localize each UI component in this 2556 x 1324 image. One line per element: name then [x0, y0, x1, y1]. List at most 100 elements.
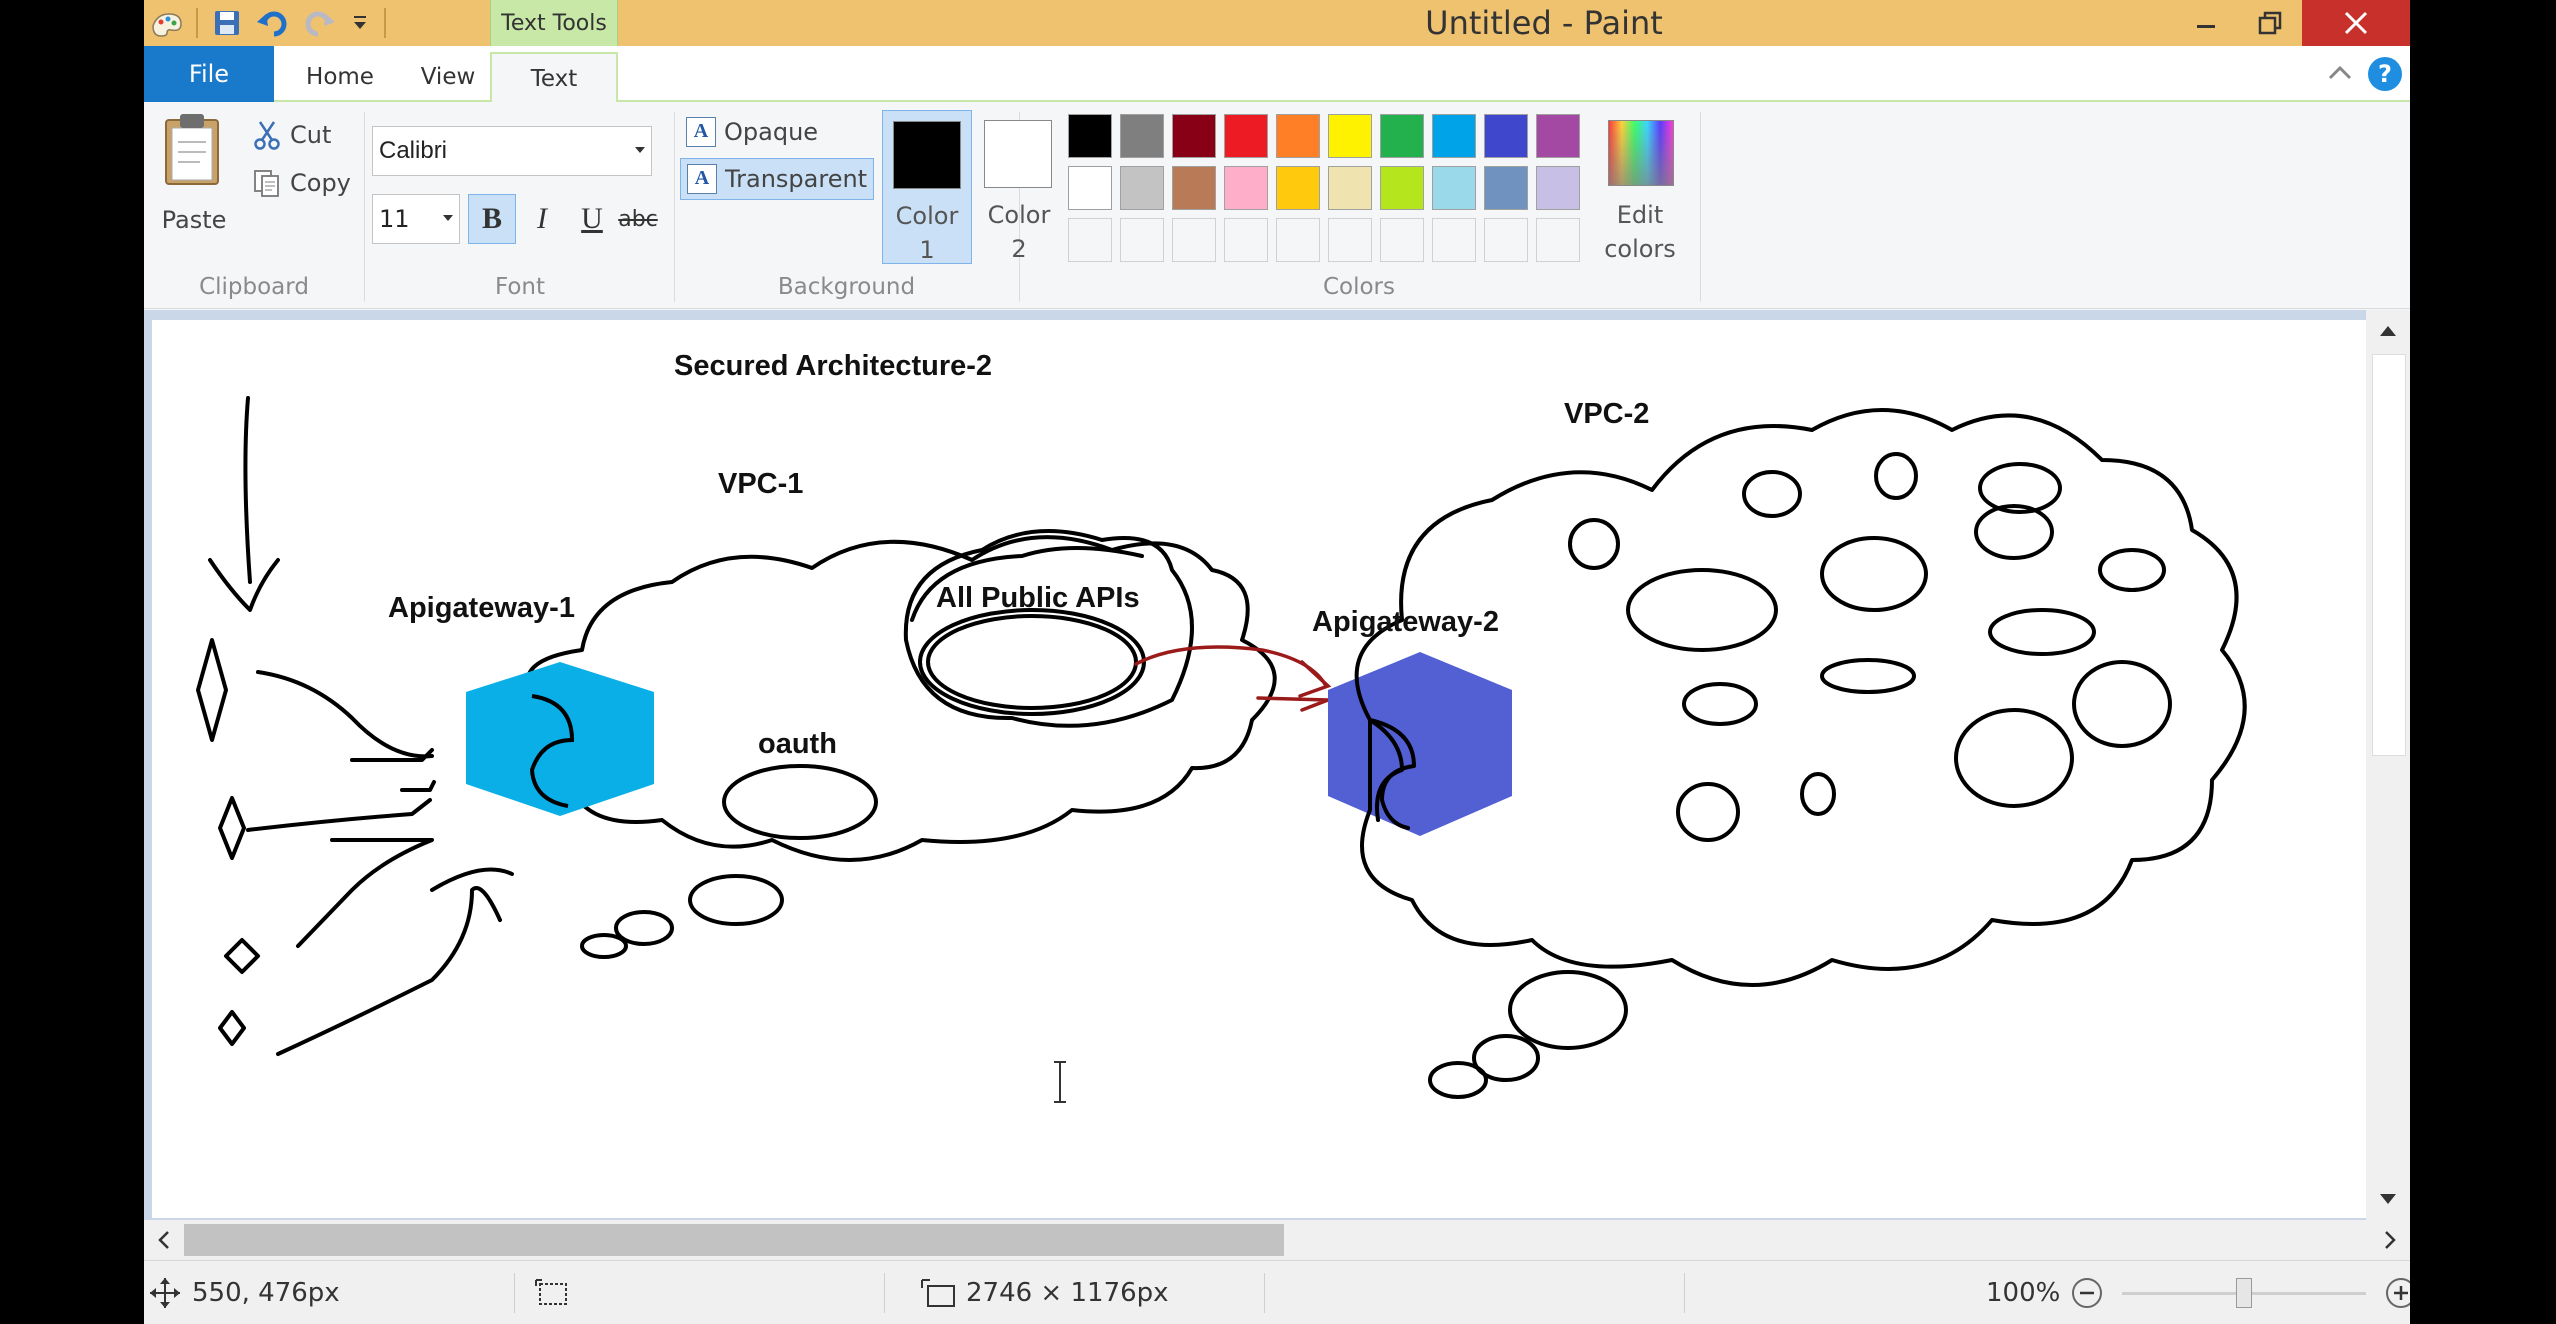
palette-color-swatch[interactable]: [1428, 162, 1480, 214]
save-icon[interactable]: [204, 0, 250, 46]
public-apis-node: [918, 608, 1146, 716]
undo-icon[interactable]: [250, 0, 296, 46]
chevron-down-icon: [443, 215, 453, 221]
color-spectrum-icon: [1608, 120, 1674, 186]
scroll-left-icon[interactable]: [144, 1220, 184, 1260]
color2-label-line1: Color: [987, 201, 1051, 229]
palette-color-swatch[interactable]: [1480, 162, 1532, 214]
zoom-in-icon[interactable]: [2384, 1276, 2410, 1310]
public-apis-node: [926, 614, 1138, 710]
zoom-out-icon[interactable]: [2070, 1276, 2104, 1310]
palette-color-swatch[interactable]: [1428, 110, 1480, 162]
palette-empty-swatch[interactable]: [1168, 214, 1220, 266]
diagram-title: Secured Architecture-2: [674, 350, 993, 382]
canvas-size: 2746 × 1176px: [920, 1261, 1169, 1324]
apigateway1-label: Apigateway-1: [388, 592, 575, 624]
bold-button[interactable]: B: [468, 194, 516, 244]
opaque-option[interactable]: A Opaque: [680, 112, 824, 152]
opaque-label: Opaque: [724, 118, 819, 146]
horizontal-scrollbar[interactable]: [144, 1220, 2410, 1260]
user-diamond: [218, 1010, 246, 1046]
font-size-dropdown[interactable]: 11: [372, 194, 460, 244]
tab-text[interactable]: Text: [490, 52, 618, 104]
restore-button[interactable]: [2238, 0, 2302, 46]
underline-button[interactable]: U: [568, 194, 616, 244]
palette-color-swatch[interactable]: [1064, 110, 1116, 162]
palette-color-swatch[interactable]: [1168, 110, 1220, 162]
status-bar: 550, 476px 2746 × 1176px 100%: [144, 1260, 2410, 1324]
vpc2-service-node: [1742, 470, 1802, 518]
redo-icon[interactable]: [296, 0, 342, 46]
edit-colors-button[interactable]: Edit colors: [1590, 110, 1690, 264]
scroll-right-icon[interactable]: [2370, 1220, 2410, 1260]
palette-empty-swatch[interactable]: [1064, 214, 1116, 266]
text-tools-context-tab: Text Tools: [490, 0, 618, 48]
ribbon-tab-row: File Home View Text ?: [144, 46, 2410, 104]
font-size-value: 11: [379, 205, 410, 233]
cursor-position: 550, 476px: [148, 1261, 340, 1324]
palette-empty-swatch[interactable]: [1428, 214, 1480, 266]
palette-color-swatch[interactable]: [1168, 162, 1220, 214]
palette-color-swatch[interactable]: [1376, 110, 1428, 162]
edit-colors-label-line2: colors: [1604, 235, 1676, 263]
vpc2-service-node: [1820, 658, 1916, 694]
horizontal-scroll-thumb[interactable]: [184, 1224, 1284, 1256]
transparent-option[interactable]: A Transparent: [680, 158, 875, 200]
window-title: Untitled - Paint: [1425, 4, 1663, 42]
drawing-canvas[interactable]: Secured Architecture-2 VPC-1 VPC-2 Apiga…: [152, 320, 2366, 1218]
palette-color-swatch[interactable]: [1480, 110, 1532, 162]
transparent-label: Transparent: [725, 165, 868, 193]
color1-label-line1: Color: [895, 202, 959, 230]
palette-color-swatch[interactable]: [1376, 162, 1428, 214]
text-cursor-icon: [1054, 1061, 1066, 1103]
palette-empty-swatch[interactable]: [1220, 214, 1272, 266]
zoom-slider[interactable]: [2114, 1276, 2374, 1310]
tab-view[interactable]: View: [406, 52, 490, 102]
palette-color-swatch[interactable]: [1272, 110, 1324, 162]
file-tab[interactable]: File: [144, 46, 274, 102]
help-icon[interactable]: ?: [2368, 57, 2402, 91]
palette-color-swatch[interactable]: [1532, 162, 1584, 214]
zoom-slider-thumb[interactable]: [2236, 1278, 2253, 1308]
tab-home[interactable]: Home: [278, 52, 402, 102]
user-diamond: [196, 638, 228, 742]
diagram-drawing: [196, 396, 2247, 1099]
color2-label: Color 2: [974, 198, 1064, 266]
vpc2-service-node: [1676, 782, 1740, 842]
palette-empty-swatch[interactable]: [1116, 214, 1168, 266]
color-palette: [1064, 110, 1584, 266]
minimize-ribbon-icon[interactable]: [2326, 62, 2354, 86]
color2-button[interactable]: Color 2: [974, 110, 1064, 264]
palette-empty-swatch[interactable]: [1272, 214, 1324, 266]
palette-empty-swatch[interactable]: [1324, 214, 1376, 266]
vertical-scrollbar[interactable]: [2366, 310, 2410, 1220]
paint-app-icon[interactable]: [144, 0, 190, 46]
color1-button[interactable]: Color 1: [882, 110, 972, 264]
palette-empty-swatch[interactable]: [1532, 214, 1584, 266]
customize-qat-icon[interactable]: [342, 0, 378, 46]
close-button[interactable]: [2302, 0, 2410, 46]
ribbon: Paste Cut Copy Clipboard Calibri 11 B I …: [144, 102, 2410, 309]
palette-color-swatch[interactable]: [1064, 162, 1116, 214]
scroll-up-icon[interactable]: [2366, 310, 2410, 350]
palette-color-swatch[interactable]: [1324, 110, 1376, 162]
scroll-down-icon[interactable]: [2366, 1180, 2410, 1220]
palette-color-swatch[interactable]: [1324, 162, 1376, 214]
strikethrough-button[interactable]: abc: [614, 194, 662, 244]
palette-color-swatch[interactable]: [1220, 162, 1272, 214]
palette-color-swatch[interactable]: [1272, 162, 1324, 214]
vertical-scroll-thumb[interactable]: [2372, 354, 2406, 756]
italic-button[interactable]: I: [518, 194, 566, 244]
color2-swatch: [984, 120, 1052, 188]
palette-color-swatch[interactable]: [1116, 162, 1168, 214]
palette-empty-swatch[interactable]: [1376, 214, 1428, 266]
palette-color-swatch[interactable]: [1116, 110, 1168, 162]
palette-empty-swatch[interactable]: [1480, 214, 1532, 266]
palette-color-swatch[interactable]: [1532, 110, 1584, 162]
font-family-dropdown[interactable]: Calibri: [372, 126, 652, 176]
background-group-label: Background: [777, 274, 916, 300]
color1-label: Color 1: [883, 199, 971, 267]
minimize-button[interactable]: [2174, 0, 2238, 46]
palette-color-swatch[interactable]: [1220, 110, 1272, 162]
vpc2-thought-bubble: [1428, 1061, 1488, 1099]
